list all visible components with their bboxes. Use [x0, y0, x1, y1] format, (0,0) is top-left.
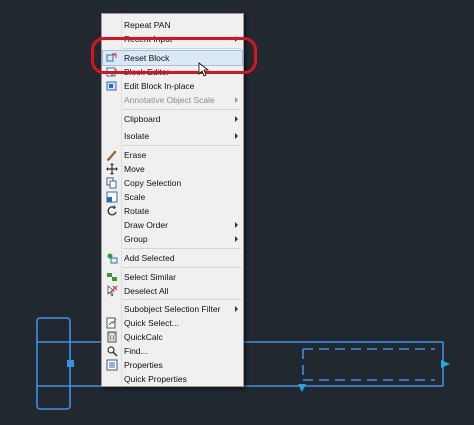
menu-item-copy-selection[interactable]: Copy Selection [103, 176, 242, 190]
menu-separator [123, 109, 241, 110]
menu-item-label: Rotate [124, 206, 150, 216]
scale-icon [106, 191, 118, 203]
menu-item-annotative-object-scale[interactable]: Annotative Object Scale [103, 93, 242, 107]
menu-item-group[interactable]: Group [103, 232, 242, 246]
menu-item-isolate[interactable]: Isolate [103, 129, 242, 143]
submenu-arrow-icon [235, 306, 238, 312]
submenu-arrow-icon [235, 133, 238, 139]
menu-item-label: Quick Properties [124, 374, 187, 384]
menu-item-label: Move [124, 164, 145, 174]
menu-item-draw-order[interactable]: Draw Order [103, 218, 242, 232]
menu-item-label: Clipboard [124, 114, 161, 124]
submenu-arrow-icon [235, 236, 238, 242]
move-icon [106, 163, 118, 175]
menu-item-repeat-pan[interactable]: Repeat PAN [103, 18, 242, 32]
menu-item-label: QuickCalc [124, 332, 163, 342]
menu-item-label: Subobject Selection Filter [124, 304, 221, 314]
menu-item-label: Edit Block In-place [124, 81, 195, 91]
menu-item-rotate[interactable]: Rotate [103, 204, 242, 218]
menu-item-scale[interactable]: Scale [103, 190, 242, 204]
properties-icon [106, 359, 118, 371]
menu-item-label: Deselect All [124, 286, 169, 296]
menu-item-label: Scale [124, 192, 146, 202]
menu-item-move[interactable]: Move [103, 162, 242, 176]
quick-select-icon [106, 317, 118, 329]
menu-item-label: Find... [124, 346, 148, 356]
rotate-icon [106, 205, 118, 217]
menu-item-edit-block-in-place[interactable]: Edit Block In-place [103, 79, 242, 93]
menu-item-label: Add Selected [124, 253, 175, 263]
menu-separator [123, 145, 241, 146]
bolt-head-outline [36, 317, 71, 410]
menu-separator [123, 248, 241, 249]
menu-item-quick-properties[interactable]: Quick Properties [103, 372, 242, 386]
menu-item-subobject-selection-filter[interactable]: Subobject Selection Filter [103, 302, 242, 316]
menu-item-erase[interactable]: Erase [103, 148, 242, 162]
menu-item-quick-select[interactable]: Quick Select... [103, 316, 242, 330]
menu-item-label: Annotative Object Scale [124, 95, 215, 105]
calculator-icon [106, 331, 118, 343]
menu-item-properties[interactable]: Properties [103, 358, 242, 372]
menu-item-quickcalc[interactable]: QuickCalc [103, 330, 242, 344]
grip-arrow-right[interactable] [441, 360, 450, 368]
menu-item-add-selected[interactable]: Add Selected [103, 251, 242, 265]
menu-item-label: Erase [124, 150, 147, 160]
erase-icon [106, 149, 118, 161]
menu-item-label: Draw Order [124, 220, 168, 230]
grip-arrow-down[interactable] [298, 384, 306, 392]
highlight-ring [91, 37, 257, 74]
menu-item-deselect-all[interactable]: Deselect All [103, 284, 242, 298]
submenu-arrow-icon [235, 116, 238, 122]
menu-item-label: Repeat PAN [124, 20, 171, 30]
edit-block-in-place-icon [106, 80, 118, 92]
menu-item-label: Select Similar [124, 272, 176, 282]
menu-item-label: Properties [124, 360, 163, 370]
grip-square[interactable] [67, 360, 74, 367]
menu-item-label: Isolate [124, 131, 150, 141]
mouse-cursor-icon [198, 62, 210, 77]
deselect-all-icon [106, 285, 118, 297]
submenu-arrow-icon [235, 222, 238, 228]
menu-item-label: Group [124, 234, 148, 244]
copy-icon [106, 177, 118, 189]
select-similar-icon [106, 271, 118, 283]
menu-item-clipboard[interactable]: Clipboard [103, 112, 242, 126]
submenu-arrow-icon [235, 97, 238, 103]
menu-item-find[interactable]: Find... [103, 344, 242, 358]
find-icon [106, 345, 118, 357]
menu-item-select-similar[interactable]: Select Similar [103, 270, 242, 284]
menu-separator [123, 267, 241, 268]
menu-item-label: Quick Select... [124, 318, 179, 328]
menu-item-label: Copy Selection [124, 178, 182, 188]
menu-separator [123, 299, 241, 300]
add-selected-icon [106, 252, 118, 264]
